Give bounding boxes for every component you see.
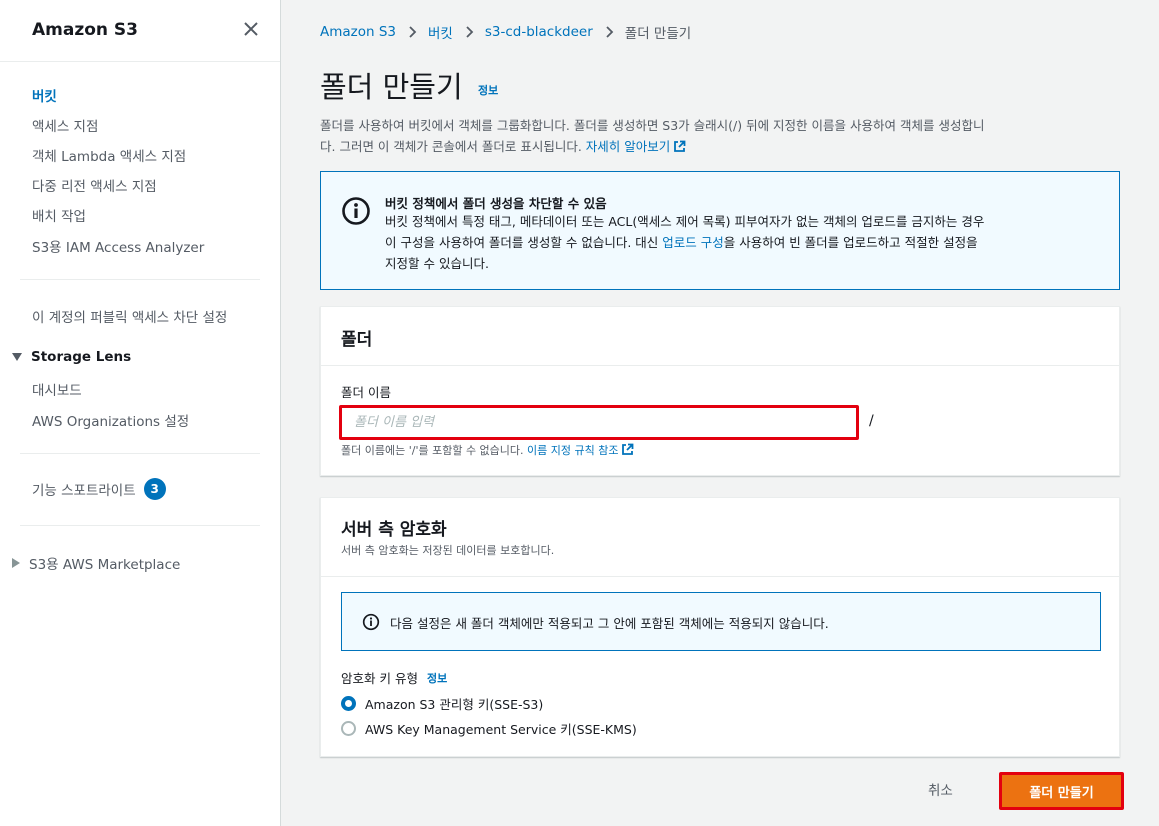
info-circle-icon xyxy=(342,197,370,225)
chevron-right-icon xyxy=(409,26,417,38)
sidebar-item-organizations[interactable]: AWS Organizations 설정 xyxy=(32,410,189,430)
folder-panel-header: 폴더 xyxy=(321,307,1119,366)
key-type-info-link[interactable]: 정보 xyxy=(427,670,447,686)
description-line1: 폴더를 사용하여 버킷에서 객체를 그룹화합니다. 폴더를 생성하면 S3가 슬… xyxy=(320,118,985,133)
encryption-info-text: 다음 설정은 새 폴더 객체에만 적용되고 그 안에 포함된 객체에는 적용되지… xyxy=(390,616,829,631)
close-icon[interactable] xyxy=(240,18,262,40)
sidebar-item-multi-region[interactable]: 다중 리전 액세스 지점 xyxy=(32,175,157,195)
storage-lens-label: Storage Lens xyxy=(31,349,132,365)
naming-rules-link[interactable]: 이름 지정 규칙 참조 xyxy=(527,443,634,457)
radio-sse-kms[interactable]: AWS Key Management Service 키(SSE-KMS) xyxy=(341,719,637,738)
sidebar-item-buckets[interactable]: 버킷 xyxy=(32,85,57,105)
radio-button[interactable] xyxy=(341,721,356,736)
key-type-label-row: 암호화 키 유형 정보 xyxy=(341,668,447,687)
breadcrumb-buckets[interactable]: 버킷 xyxy=(428,22,453,42)
bucket-policy-alert: 버킷 정책에서 폴더 생성을 차단할 수 있음 버킷 정책에서 특정 태그, 메… xyxy=(320,171,1120,290)
sidebar-item-object-lambda[interactable]: 객체 Lambda 액세스 지점 xyxy=(32,145,186,165)
notification-badge: 3 xyxy=(143,478,166,500)
folder-suffix: / xyxy=(869,413,874,429)
radio-sse-s3-label: Amazon S3 관리형 키(SSE-S3) xyxy=(365,697,544,712)
folder-name-input[interactable] xyxy=(339,405,859,440)
encryption-panel-header: 서버 측 암호화 서버 측 암호화는 저장된 데이터를 보호합니다. xyxy=(321,498,1119,577)
sidebar-item-iam-analyzer[interactable]: S3용 IAM Access Analyzer xyxy=(32,236,204,256)
folder-name-label: 폴더 이름 xyxy=(341,385,391,400)
page-description: 폴더를 사용하여 버킷에서 객체를 그룹화합니다. 폴더를 생성하면 S3가 슬… xyxy=(320,115,1115,157)
sidebar-item-dashboards[interactable]: 대시보드 xyxy=(32,379,82,399)
sidebar-header: Amazon S3 xyxy=(0,0,280,62)
breadcrumb-bucket-name[interactable]: s3-cd-blackdeer xyxy=(485,24,593,40)
folder-name-hint: 폴더 이름에는 '/'를 포함할 수 없습니다. 이름 지정 규칙 참조 xyxy=(341,442,634,458)
folder-panel-title: 폴더 xyxy=(341,330,373,350)
external-link-icon xyxy=(674,140,686,152)
sidebar-divider xyxy=(20,453,260,454)
radio-sse-s3[interactable]: Amazon S3 관리형 키(SSE-S3) xyxy=(341,694,543,713)
sidebar-item-batch[interactable]: 배치 작업 xyxy=(32,205,86,225)
folder-panel: 폴더 폴더 이름 / 폴더 이름에는 '/'를 포함할 수 없습니다. 이름 지… xyxy=(320,306,1120,476)
sidebar-item-feature-spotlight[interactable]: 기능 스포트라이트 3 xyxy=(32,478,166,500)
sidebar-section-storage-lens[interactable]: Storage Lens xyxy=(12,349,131,365)
sidebar-item-access-points[interactable]: 액세스 지점 xyxy=(32,115,98,135)
sidebar-section-marketplace[interactable]: S3용 AWS Marketplace xyxy=(12,553,180,573)
radio-button-selected[interactable] xyxy=(341,696,356,711)
caret-right-icon xyxy=(12,558,20,568)
sidebar-title: Amazon S3 xyxy=(32,20,139,40)
page-title: 폴더 만들기 xyxy=(320,70,463,104)
breadcrumb: Amazon S3 버킷 s3-cd-blackdeer 폴더 만들기 xyxy=(320,22,691,42)
main-content: Amazon S3 버킷 s3-cd-blackdeer 폴더 만들기 폴더 만… xyxy=(282,0,1159,826)
key-type-label: 암호화 키 유형 xyxy=(341,671,418,686)
sidebar-item-public-access[interactable]: 이 계정의 퍼블릭 액세스 차단 설정 xyxy=(32,306,227,326)
encryption-info-box: 다음 설정은 새 폴더 객체에만 적용되고 그 안에 포함된 객체에는 적용되지… xyxy=(341,592,1101,651)
external-link-icon xyxy=(622,443,634,455)
create-folder-button[interactable]: 폴더 만들기 xyxy=(999,772,1124,810)
feature-spotlight-label: 기능 스포트라이트 xyxy=(32,483,136,499)
encryption-panel: 서버 측 암호화 서버 측 암호화는 저장된 데이터를 보호합니다. 다음 설정… xyxy=(320,497,1120,757)
radio-sse-kms-label: AWS Key Management Service 키(SSE-KMS) xyxy=(365,722,637,737)
encryption-panel-title: 서버 측 암호화 xyxy=(341,520,447,540)
alert-title: 버킷 정책에서 폴더 생성을 차단할 수 있음 xyxy=(385,196,607,211)
description-line2: 다. 그러면 이 객체가 콘솔에서 폴더로 표시됩니다. xyxy=(320,139,582,154)
upload-config-link[interactable]: 업로드 구성 xyxy=(662,235,723,250)
chevron-right-icon xyxy=(606,26,614,38)
sidebar-divider xyxy=(20,525,260,526)
learn-more-link[interactable]: 자세히 알아보기 xyxy=(586,139,686,154)
info-circle-icon xyxy=(362,613,380,631)
caret-down-icon xyxy=(12,353,22,361)
sidebar: Amazon S3 버킷 액세스 지점 객체 Lambda 액세스 지점 다중 … xyxy=(0,0,281,826)
sidebar-divider xyxy=(20,279,260,280)
breadcrumb-s3[interactable]: Amazon S3 xyxy=(320,24,396,40)
alert-text: 버킷 정책에서 특정 태그, 메타데이터 또는 ACL(액세스 제어 목록) 피… xyxy=(385,214,985,271)
marketplace-label: S3용 AWS Marketplace xyxy=(29,557,181,573)
chevron-right-icon xyxy=(466,26,474,38)
cancel-button[interactable]: 취소 xyxy=(928,779,953,799)
info-link[interactable]: 정보 xyxy=(478,82,498,98)
breadcrumb-current: 폴더 만들기 xyxy=(624,26,692,42)
encryption-panel-subtitle: 서버 측 암호화는 저장된 데이터를 보호합니다. xyxy=(341,544,555,557)
